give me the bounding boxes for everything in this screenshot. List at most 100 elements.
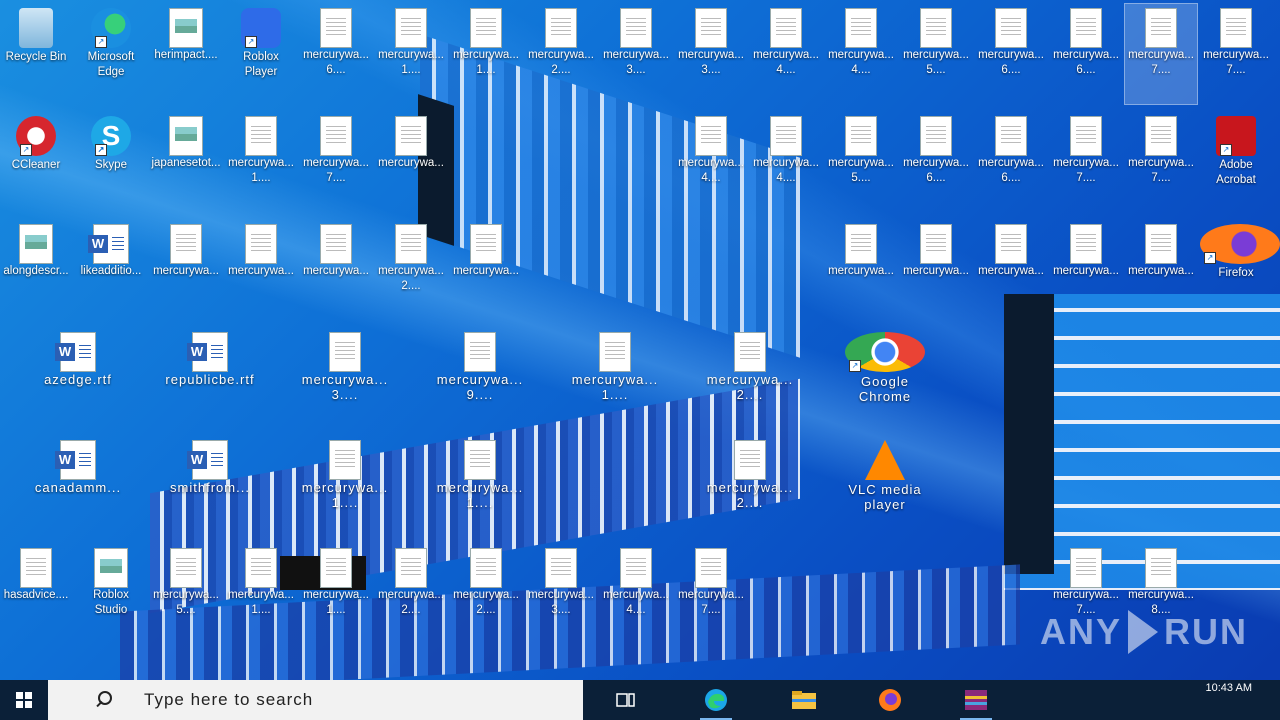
- desktop-icon-label: mercurywa... 4....: [753, 49, 819, 76]
- desktop-icon[interactable]: mercurywa... 4....: [600, 544, 672, 644]
- document-icon: [695, 548, 727, 588]
- document-icon: [320, 116, 352, 156]
- desktop-icon[interactable]: mercurywa... 9....: [420, 328, 540, 428]
- desktop-icon[interactable]: VLC media player: [825, 436, 945, 536]
- taskbar: Type here to search 10:43 AM: [0, 680, 1280, 720]
- desktop-icon-label: VLC media player: [848, 482, 922, 512]
- desktop-icon[interactable]: mercurywa...: [975, 220, 1047, 320]
- desktop-icon[interactable]: mercurywa... 7....: [1050, 112, 1122, 212]
- desktop-icon[interactable]: mercurywa...: [375, 112, 447, 212]
- desktop-icon[interactable]: mercurywa... 1....: [555, 328, 675, 428]
- desktop-icon-label: mercurywa...: [1053, 265, 1119, 277]
- file-explorer-icon[interactable]: [784, 684, 824, 716]
- desktop-icon[interactable]: S ↗ Skype: [75, 112, 147, 212]
- desktop-icon[interactable]: mercurywa... 5....: [150, 544, 222, 644]
- desktop-icon[interactable]: mercurywa... 5....: [825, 112, 897, 212]
- taskbar-search-box[interactable]: Type here to search: [48, 680, 583, 720]
- desktop-icon[interactable]: mercurywa...: [900, 220, 972, 320]
- firefox-icon[interactable]: [870, 684, 910, 716]
- desktop-icon[interactable]: mercurywa...: [300, 220, 372, 320]
- desktop-icon[interactable]: ↗ Roblox Player: [225, 4, 297, 104]
- desktop-icon[interactable]: mercurywa... 2....: [690, 328, 810, 428]
- desktop-icon[interactable]: mercurywa... 1....: [375, 4, 447, 104]
- desktop-icon[interactable]: mercurywa...: [1125, 220, 1197, 320]
- chrome-icon: ↗: [845, 332, 925, 372]
- desktop-icon[interactable]: mercurywa... 1....: [300, 544, 372, 644]
- desktop-icon[interactable]: mercurywa...: [225, 220, 297, 320]
- desktop-icon[interactable]: mercurywa... 1....: [225, 112, 297, 212]
- document-icon: [1145, 116, 1177, 156]
- desktop-icon-label: smithfrom...: [170, 480, 250, 495]
- desktop-icon[interactable]: mercurywa... 3....: [675, 4, 747, 104]
- desktop-icon[interactable]: smithfrom...: [150, 436, 270, 536]
- desktop-icon-label: mercurywa... 2....: [528, 49, 594, 76]
- document-icon: [845, 224, 877, 264]
- document-icon: [1070, 548, 1102, 588]
- desktop-icon[interactable]: mercurywa... 7....: [1200, 4, 1272, 104]
- desktop-icon[interactable]: mercurywa... 3....: [525, 544, 597, 644]
- desktop-icon[interactable]: hasadvice....: [0, 544, 72, 644]
- desktop-icon[interactable]: mercurywa... 2....: [525, 4, 597, 104]
- desktop-icon[interactable]: likeadditio...: [75, 220, 147, 320]
- desktop-icon[interactable]: mercurywa... 6....: [1050, 4, 1122, 104]
- desktop-icon[interactable]: mercurywa... 5....: [900, 4, 972, 104]
- edge-icon[interactable]: [696, 684, 736, 720]
- desktop-icon[interactable]: mercurywa... 1....: [285, 436, 405, 536]
- desktop-icon[interactable]: mercurywa...: [825, 220, 897, 320]
- desktop-icon[interactable]: mercurywa... 2....: [690, 436, 810, 536]
- desktop-icon[interactable]: mercurywa... 7....: [1125, 112, 1197, 212]
- desktop-icon[interactable]: mercurywa... 7....: [675, 544, 747, 644]
- desktop-icon[interactable]: mercurywa... 1....: [420, 436, 540, 536]
- desktop-icon[interactable]: mercurywa... 2....: [450, 544, 522, 644]
- desktop-icon[interactable]: mercurywa... 2....: [375, 220, 447, 320]
- desktop[interactable]: Recycle Bin ↗ Microsoft Edge herimpact.... ↗…: [0, 0, 1280, 692]
- desktop-icon[interactable]: mercurywa... 2....: [375, 544, 447, 644]
- start-button[interactable]: [0, 680, 48, 720]
- winrar-icon[interactable]: [956, 684, 996, 720]
- desktop-icon[interactable]: mercurywa...: [1050, 220, 1122, 320]
- desktop-icon[interactable]: mercurywa... 3....: [285, 328, 405, 428]
- desktop-icon-label: mercurywa... 6....: [1053, 49, 1119, 76]
- glitch-artifact-sidebar-2: [1004, 294, 1054, 574]
- desktop-icon[interactable]: mercurywa... 1....: [450, 4, 522, 104]
- desktop-icon[interactable]: mercurywa...: [150, 220, 222, 320]
- desktop-icon[interactable]: ↗ Adobe Acrobat: [1200, 112, 1272, 212]
- system-clock[interactable]: 10:43 AM: [1206, 682, 1252, 694]
- desktop-icon[interactable]: ↗ Google Chrome: [825, 328, 945, 428]
- desktop-icon[interactable]: ↗ CCleaner: [0, 112, 72, 212]
- word-document-icon: [88, 224, 129, 264]
- desktop-icon[interactable]: Recycle Bin: [0, 4, 72, 104]
- document-icon: [1145, 224, 1177, 264]
- desktop-icon[interactable]: mercurywa... 4....: [675, 112, 747, 212]
- desktop-icon[interactable]: mercurywa... 7....: [300, 112, 372, 212]
- desktop-icon[interactable]: mercurywa... 4....: [825, 4, 897, 104]
- desktop-icon[interactable]: mercurywa... 4....: [750, 4, 822, 104]
- desktop-icon[interactable]: ↗ Firefox: [1200, 220, 1280, 320]
- desktop-icon[interactable]: herimpact....: [150, 4, 222, 104]
- play-icon: [1128, 610, 1159, 654]
- desktop-icon[interactable]: mercurywa... 7....: [1124, 3, 1198, 105]
- desktop-icon-label: mercurywa... 4....: [678, 157, 744, 184]
- desktop-icon-label: mercurywa... 1....: [228, 589, 294, 616]
- desktop-icon[interactable]: japanesetot...: [150, 112, 222, 212]
- desktop-icon[interactable]: republicbe.rtf: [150, 328, 270, 428]
- desktop-icon[interactable]: ↗ Microsoft Edge: [75, 4, 147, 104]
- desktop-icon[interactable]: alongdescr...: [0, 220, 72, 320]
- desktop-icon-label: mercurywa... 7....: [1128, 49, 1194, 76]
- desktop-icon[interactable]: mercurywa... 6....: [900, 112, 972, 212]
- desktop-icon[interactable]: mercurywa... 6....: [975, 112, 1047, 212]
- desktop-icon[interactable]: mercurywa...: [450, 220, 522, 320]
- desktop-icon[interactable]: azedge.rtf: [18, 328, 138, 428]
- desktop-icon-label: mercurywa... 1....: [571, 372, 659, 402]
- desktop-icon[interactable]: mercurywa... 6....: [300, 4, 372, 104]
- desktop-icon[interactable]: mercurywa... 4....: [750, 112, 822, 212]
- desktop-icon-label: japanesetot...: [151, 157, 221, 169]
- desktop-icon[interactable]: mercurywa... 3....: [600, 4, 672, 104]
- edge-icon: ↗: [91, 8, 131, 48]
- anyrun-watermark: ANY RUN: [1040, 610, 1248, 654]
- desktop-icon[interactable]: mercurywa... 1....: [225, 544, 297, 644]
- desktop-icon[interactable]: Roblox Studio: [75, 544, 147, 644]
- desktop-icon[interactable]: mercurywa... 6....: [975, 4, 1047, 104]
- desktop-icon[interactable]: canadamm...: [18, 436, 138, 536]
- task-view-icon[interactable]: [606, 684, 646, 716]
